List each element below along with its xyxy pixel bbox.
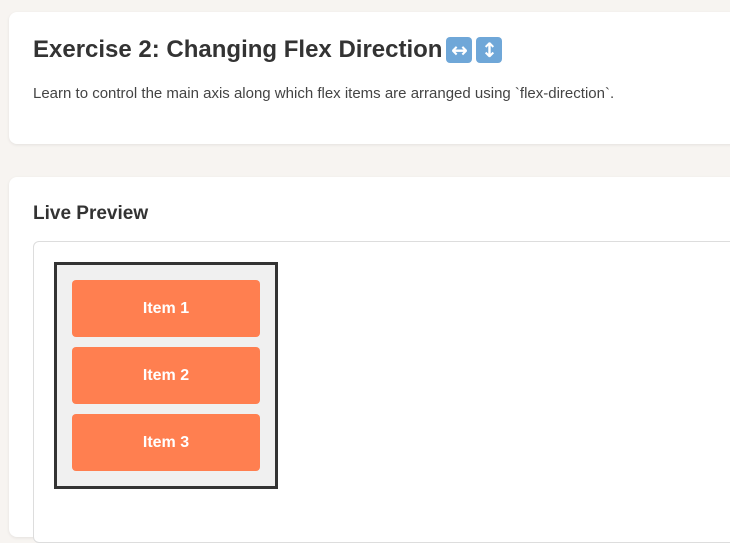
flex-item-1: Item 1 <box>72 280 260 337</box>
live-preview-heading: Live Preview <box>33 203 149 224</box>
exercise-title-text: Exercise 2: Changing Flex Direction <box>33 36 443 63</box>
flex-container: Item 1 Item 2 Item 3 <box>54 262 278 489</box>
up-down-arrow-icon: ↕ <box>476 37 503 63</box>
preview-area: Item 1 Item 2 Item 3 <box>33 241 730 543</box>
flex-item-2: Item 2 <box>72 347 260 404</box>
flex-item-3: Item 3 <box>72 414 260 471</box>
exercise-description: Learn to control the main axis along whi… <box>33 85 615 102</box>
live-preview-card: Live Preview Item 1 Item 2 Item 3 <box>9 177 730 543</box>
exercise-header-card: Exercise 2: Changing Flex Direction ↔ ↕ … <box>9 12 730 144</box>
left-right-arrow-icon: ↔ <box>446 37 473 63</box>
exercise-title: Exercise 2: Changing Flex Direction ↔ ↕ <box>33 36 503 64</box>
